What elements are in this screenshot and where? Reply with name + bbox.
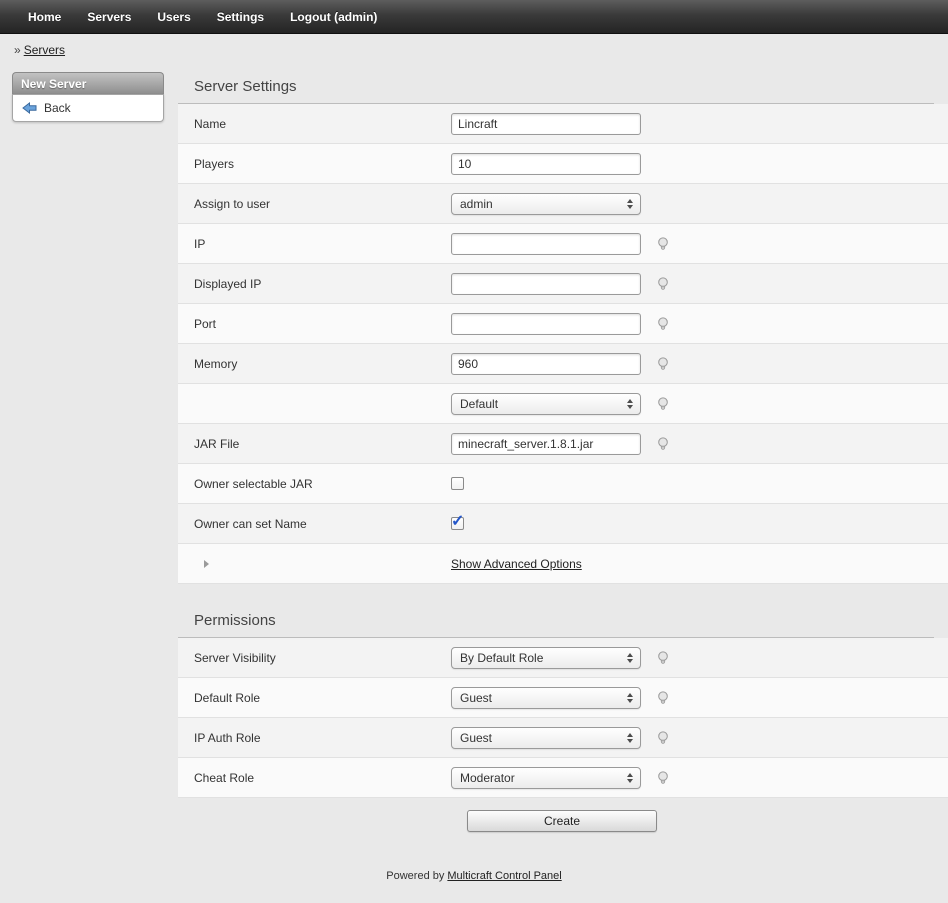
select-value: By Default Role (460, 651, 543, 665)
back-button[interactable]: Back (12, 94, 164, 122)
nav-item-settings[interactable]: Settings (217, 10, 264, 24)
back-label: Back (44, 101, 71, 115)
form-row-memory: Memory (178, 344, 948, 384)
footer-link-multicraft[interactable]: Multicraft Control Panel (447, 870, 561, 882)
top-navbar: Home Servers Users Settings Logout (admi… (0, 0, 948, 34)
form-row-players: Players (178, 144, 948, 184)
form-row-assign-to-user: Assign to user admin (178, 184, 948, 224)
field-label: Server Visibility (178, 651, 451, 665)
breadcrumb: »Servers (0, 34, 948, 64)
section-heading-server-settings: Server Settings (178, 64, 934, 104)
server-visibility-select[interactable]: By Default Role (451, 647, 641, 669)
field-label: IP Auth Role (178, 731, 451, 745)
form-row-owner-can-set-name: Owner can set Name (178, 504, 948, 544)
lightbulb-icon[interactable] (655, 436, 671, 452)
form-row-server-visibility: Server Visibility By Default Role (178, 638, 948, 678)
select-value: Default (460, 397, 498, 411)
lightbulb-icon[interactable] (655, 770, 671, 786)
field-label: Cheat Role (178, 771, 451, 785)
form-row-ip-auth-role: IP Auth Role Guest (178, 718, 948, 758)
port-input[interactable] (451, 313, 641, 335)
back-arrow-icon (22, 102, 37, 114)
nav-item-users[interactable]: Users (157, 10, 190, 24)
ip-input[interactable] (451, 233, 641, 255)
field-label: Players (178, 157, 451, 171)
lightbulb-icon[interactable] (655, 236, 671, 252)
lightbulb-icon[interactable] (655, 316, 671, 332)
field-label: Assign to user (178, 197, 451, 211)
show-advanced-options-link[interactable]: Show Advanced Options (451, 557, 582, 571)
lightbulb-icon[interactable] (655, 690, 671, 706)
form-row-displayed-ip: Displayed IP (178, 264, 948, 304)
form-row-port: Port (178, 304, 948, 344)
nav-item-home[interactable]: Home (28, 10, 61, 24)
field-label: Owner selectable JAR (178, 477, 451, 491)
stepper-icon (627, 773, 633, 783)
create-button[interactable]: Create (467, 810, 657, 832)
field-label: JAR File (178, 437, 451, 451)
players-input[interactable] (451, 153, 641, 175)
default-select[interactable]: Default (451, 393, 641, 415)
select-value: Guest (460, 691, 492, 705)
field-label: IP (178, 237, 451, 251)
name-input[interactable] (451, 113, 641, 135)
form-row-owner-selectable-jar: Owner selectable JAR (178, 464, 948, 504)
create-row: Create (178, 798, 948, 844)
stepper-icon (627, 199, 633, 209)
memory-input[interactable] (451, 353, 641, 375)
section-heading-permissions: Permissions (178, 598, 934, 638)
breadcrumb-link-servers[interactable]: Servers (24, 43, 65, 57)
lightbulb-icon[interactable] (655, 730, 671, 746)
stepper-icon (627, 733, 633, 743)
stepper-icon (627, 653, 633, 663)
nav-item-servers[interactable]: Servers (87, 10, 131, 24)
footer-text: Powered by (386, 870, 444, 882)
lightbulb-icon[interactable] (655, 356, 671, 372)
form-row-default-role: Default Role Guest (178, 678, 948, 718)
owner-can-set-name-checkbox[interactable] (451, 517, 464, 530)
sidebar: New Server Back (12, 72, 164, 122)
disclosure-triangle-icon[interactable] (204, 560, 209, 568)
stepper-icon (627, 399, 633, 409)
field-label: Port (178, 317, 451, 331)
form-row-advanced-options: Show Advanced Options (178, 544, 948, 584)
nav-item-logout[interactable]: Logout (admin) (290, 10, 377, 24)
form-row-ip: IP (178, 224, 948, 264)
sidebar-title: New Server (12, 72, 164, 94)
advanced-toggle (178, 557, 451, 571)
field-label: Displayed IP (178, 277, 451, 291)
field-label: Default Role (178, 691, 451, 705)
form-row-jar-file: JAR File (178, 424, 948, 464)
field-label: Owner can set Name (178, 517, 451, 531)
jar-file-input[interactable] (451, 433, 641, 455)
form-row-default-select: Default (178, 384, 948, 424)
default-role-select[interactable]: Guest (451, 687, 641, 709)
form-row-cheat-role: Cheat Role Moderator (178, 758, 948, 798)
footer: Powered byMulticraft Control Panel (0, 870, 948, 882)
assign-to-user-select[interactable]: admin (451, 193, 641, 215)
lightbulb-icon[interactable] (655, 650, 671, 666)
owner-selectable-jar-checkbox[interactable] (451, 477, 464, 490)
stepper-icon (627, 693, 633, 703)
lightbulb-icon[interactable] (655, 396, 671, 412)
select-value: admin (460, 197, 493, 211)
field-label: Name (178, 117, 451, 131)
displayed-ip-input[interactable] (451, 273, 641, 295)
select-value: Moderator (460, 771, 515, 785)
select-value: Guest (460, 731, 492, 745)
form-row-name: Name (178, 104, 948, 144)
breadcrumb-prefix: » (14, 43, 21, 57)
field-label: Memory (178, 357, 451, 371)
lightbulb-icon[interactable] (655, 276, 671, 292)
main-content: Server Settings Name Players Assign to u… (178, 64, 948, 844)
ip-auth-role-select[interactable]: Guest (451, 727, 641, 749)
cheat-role-select[interactable]: Moderator (451, 767, 641, 789)
